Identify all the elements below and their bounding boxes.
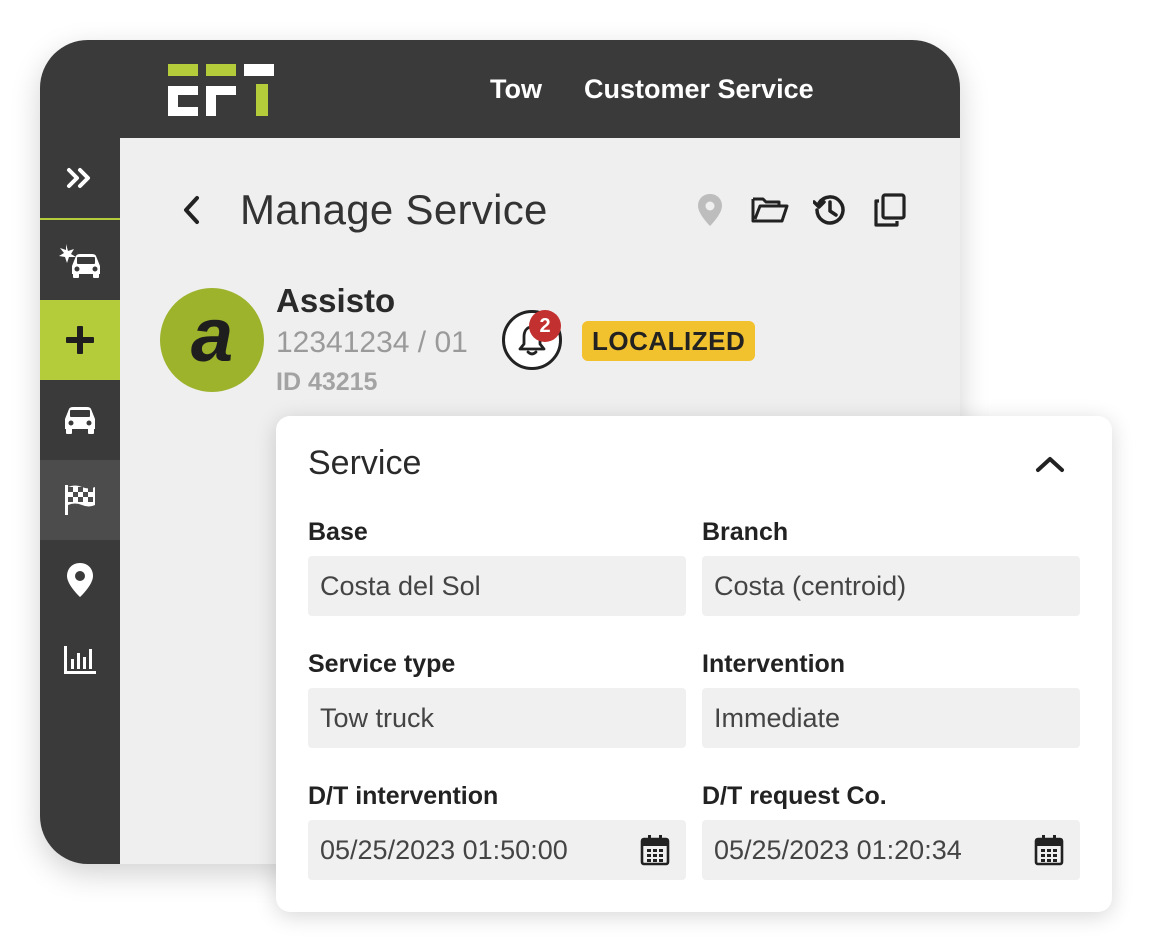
dt-intervention-field[interactable]: 05/25/2023 01:50:00 xyxy=(308,820,686,880)
sidebar-expand-button[interactable] xyxy=(40,138,120,220)
sidebar-item-new-service[interactable] xyxy=(40,300,120,380)
sidebar xyxy=(40,138,120,864)
branch-label: Branch xyxy=(702,518,789,546)
map-pin-icon xyxy=(698,194,722,226)
sidebar-item-vehicles[interactable] xyxy=(40,380,120,460)
service-card: Service Base Costa del Sol Branch Costa … xyxy=(276,416,1112,912)
client-id: ID 43215 xyxy=(276,368,378,396)
copy-tool-button[interactable] xyxy=(870,190,910,230)
sidebar-item-finish[interactable] xyxy=(40,460,120,540)
plus-icon xyxy=(66,326,94,354)
intervention-field[interactable]: Immediate xyxy=(702,688,1080,748)
dt-request-value: 05/25/2023 01:20:34 xyxy=(714,834,962,865)
chevron-up-icon xyxy=(1036,457,1064,472)
copy-icon xyxy=(874,193,906,227)
dt-request-field[interactable]: 05/25/2023 01:20:34 xyxy=(702,820,1080,880)
client-name: Assisto xyxy=(276,282,396,319)
collapse-button[interactable] xyxy=(1028,444,1072,484)
base-field[interactable]: Costa del Sol xyxy=(308,556,686,616)
nav-customer-service[interactable]: Customer Service xyxy=(584,74,814,105)
client-avatar: a xyxy=(160,288,264,392)
car-icon xyxy=(65,407,95,434)
intervention-label: Intervention xyxy=(702,650,846,678)
calendar-icon[interactable] xyxy=(1034,834,1064,866)
back-button[interactable] xyxy=(172,190,212,230)
service-card-title: Service xyxy=(308,444,422,482)
service-type-field[interactable]: Tow truck xyxy=(308,688,686,748)
avatar-letter: a xyxy=(190,293,234,378)
calendar-icon[interactable] xyxy=(640,834,670,866)
double-chevron-right-icon xyxy=(67,168,90,188)
chevron-left-icon xyxy=(184,196,199,224)
folder-open-icon xyxy=(751,197,789,223)
top-bar: Tow Customer Service xyxy=(40,40,960,138)
dt-request-label: D/T request Co. xyxy=(702,782,887,810)
nav-tow[interactable]: Tow xyxy=(490,74,542,105)
sidebar-item-accidents[interactable] xyxy=(40,220,120,300)
car-crash-icon xyxy=(59,244,100,278)
bar-chart-icon xyxy=(64,646,96,674)
history-icon xyxy=(813,195,845,225)
sidebar-item-location[interactable] xyxy=(40,540,120,620)
location-tool-button[interactable] xyxy=(690,190,730,230)
status-badge: LOCALIZED xyxy=(582,321,756,361)
map-pin-icon xyxy=(67,563,93,597)
page-title: Manage Service xyxy=(240,186,548,233)
base-label: Base xyxy=(308,518,368,546)
client-number: 12341234 / 01 xyxy=(276,326,468,359)
folder-tool-button[interactable] xyxy=(750,190,790,230)
dt-intervention-value: 05/25/2023 01:50:00 xyxy=(320,834,568,865)
notification-count-badge: 2 xyxy=(529,310,561,342)
history-tool-button[interactable] xyxy=(810,190,850,230)
dt-intervention-label: D/T intervention xyxy=(308,782,499,810)
efi-logo xyxy=(168,64,274,116)
sidebar-item-reports[interactable] xyxy=(40,620,120,700)
service-type-label: Service type xyxy=(308,650,456,678)
branch-field[interactable]: Costa (centroid) xyxy=(702,556,1080,616)
checkered-flag-icon xyxy=(65,485,95,515)
